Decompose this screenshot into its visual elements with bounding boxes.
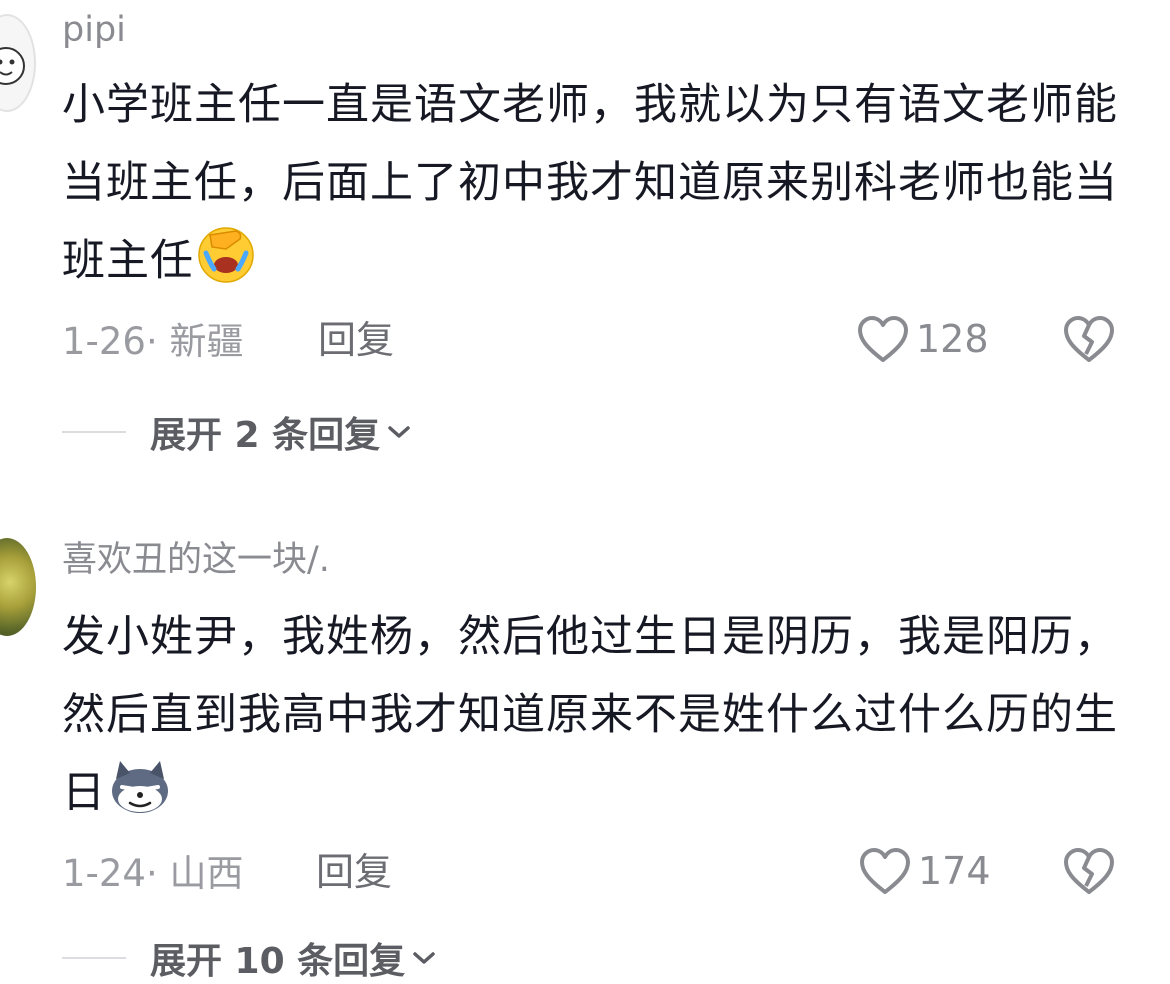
expand-replies-label: 展开 10 条回复: [150, 941, 406, 982]
like-count: 128: [916, 317, 989, 361]
expand-replies-label: 展开 2 条回复: [150, 415, 381, 456]
comment-text-content: 发小姓尹，我姓杨，然后他过生日是阴历，我是阳历，然后直到我高中我才知道原来不是姓…: [62, 612, 1118, 818]
username[interactable]: 喜欢丑的这一块/.: [62, 540, 330, 580]
like-count: 174: [918, 849, 991, 893]
divider: [62, 431, 126, 433]
expand-replies[interactable]: 展开 2 条回复: [62, 406, 412, 458]
like-button[interactable]: 174: [858, 846, 991, 896]
heart-outline-icon: [860, 848, 910, 894]
reply-button[interactable]: 回复: [318, 318, 394, 362]
chevron-down-icon: [413, 952, 435, 964]
broken-heart-icon[interactable]: [1062, 314, 1116, 364]
divider: [62, 957, 126, 959]
facepalm-laugh-emoji-icon: [196, 225, 256, 285]
expand-replies[interactable]: 展开 10 条回复: [62, 932, 437, 984]
broken-heart-icon[interactable]: [1062, 846, 1116, 896]
username[interactable]: pipi: [62, 10, 126, 50]
comment-text: 小学班主任一直是语文老师，我就以为只有语文老师能当班主任，后面上了初中我才知道原…: [62, 66, 1122, 300]
comment-meta: 1-26· 新疆: [62, 320, 244, 363]
chevron-down-icon: [388, 426, 410, 438]
like-button[interactable]: 128: [856, 314, 989, 364]
heart-outline-icon: [858, 316, 908, 362]
avatar[interactable]: [0, 14, 36, 112]
comment-text: 发小姓尹，我姓杨，然后他过生日是阴历，我是阳历，然后直到我高中我才知道原来不是姓…: [62, 598, 1122, 832]
comment-meta: 1-24· 山西: [62, 852, 244, 895]
smug-wolf-emoji-icon: [108, 757, 168, 817]
reply-button[interactable]: 回复: [316, 850, 392, 894]
avatar[interactable]: [0, 538, 36, 636]
